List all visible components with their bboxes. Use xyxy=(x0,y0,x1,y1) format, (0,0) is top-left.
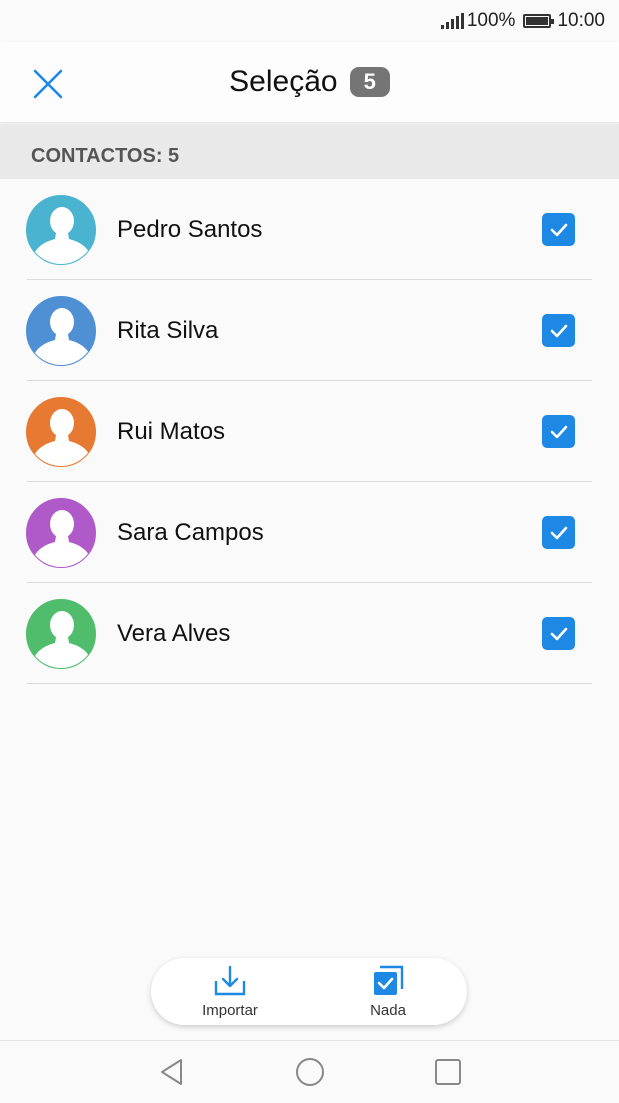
contact-name: Vera Alves xyxy=(117,619,231,647)
select-none-button[interactable]: Nada xyxy=(333,964,443,1019)
title-area: Seleção 5 xyxy=(0,42,619,122)
avatar xyxy=(26,194,96,265)
select-none-label: Nada xyxy=(370,1002,406,1019)
contact-row[interactable]: Rita Silva xyxy=(0,280,619,381)
home-icon xyxy=(295,1058,324,1086)
status-bar: 100% 10:00 xyxy=(0,0,619,42)
avatar xyxy=(26,598,96,669)
header: Seleção 5 xyxy=(0,42,619,122)
page-title: Seleção xyxy=(229,65,338,98)
section-header: CONTACTOS: 5 xyxy=(0,124,619,179)
avatar xyxy=(26,295,96,366)
import-button[interactable]: Importar xyxy=(175,964,285,1019)
contact-name: Rui Matos xyxy=(117,417,226,445)
signal-icon xyxy=(440,13,464,29)
contact-name: Sara Campos xyxy=(117,518,264,546)
contact-list: Pedro Santos Rita Silva Rui Matos Sara C… xyxy=(0,179,619,684)
select-none-icon xyxy=(374,965,404,995)
contact-name: Pedro Santos xyxy=(117,215,263,243)
import-label: Importar xyxy=(202,1002,258,1019)
contact-row[interactable]: Vera Alves xyxy=(0,583,619,684)
recents-icon xyxy=(434,1059,461,1085)
contact-row[interactable]: Sara Campos xyxy=(0,482,619,583)
bottom-action-bar: Importar Nada xyxy=(151,958,467,1025)
clock: 10:00 xyxy=(557,10,605,31)
contact-row[interactable]: Pedro Santos xyxy=(0,179,619,280)
contact-checkbox[interactable] xyxy=(542,617,575,650)
battery-percent: 100% xyxy=(466,10,516,31)
battery-icon xyxy=(523,14,555,28)
contact-row[interactable]: Rui Matos xyxy=(0,381,619,482)
avatar xyxy=(26,396,96,467)
back-button[interactable] xyxy=(149,1049,195,1095)
contact-checkbox[interactable] xyxy=(542,314,575,347)
contact-checkbox[interactable] xyxy=(542,415,575,448)
contact-checkbox[interactable] xyxy=(542,213,575,246)
contact-name: Rita Silva xyxy=(117,316,219,344)
back-icon xyxy=(160,1059,182,1085)
import-icon xyxy=(214,965,246,996)
contact-checkbox[interactable] xyxy=(542,516,575,549)
selection-count-badge: 5 xyxy=(349,67,390,97)
navigation-bar xyxy=(0,1040,619,1103)
avatar xyxy=(26,497,96,568)
home-button[interactable] xyxy=(287,1049,333,1095)
recents-button[interactable] xyxy=(425,1049,471,1095)
